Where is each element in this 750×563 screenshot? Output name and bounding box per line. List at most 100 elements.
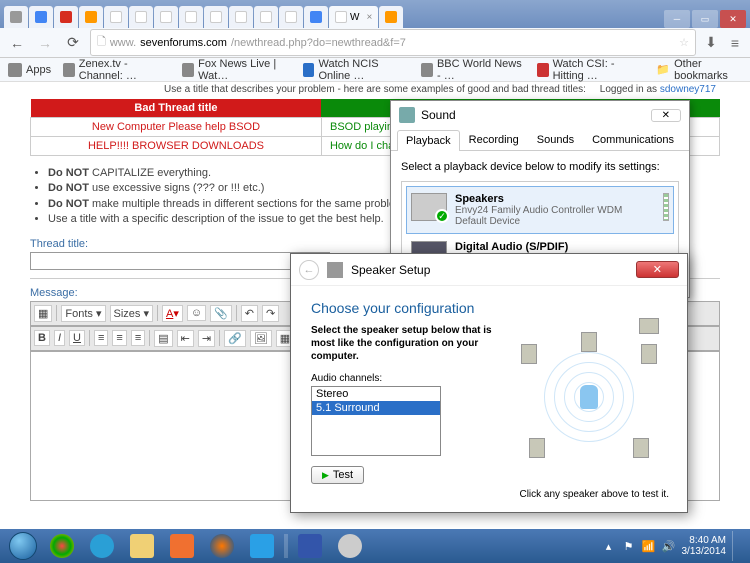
back-button[interactable]: ←	[6, 32, 28, 54]
window-maximize-button[interactable]: ▭	[692, 10, 718, 28]
taskbar-skype[interactable]	[242, 531, 282, 561]
link-icon[interactable]: 🔗	[224, 330, 246, 347]
channel-option-51[interactable]: 5.1 Surround	[312, 401, 440, 415]
show-desktop-button[interactable]	[732, 531, 740, 561]
window-minimize-button[interactable]: ─	[664, 10, 690, 28]
other-bookmarks[interactable]: 📁Other bookmarks	[656, 58, 742, 82]
smiley-icon[interactable]: ☺	[187, 305, 206, 321]
browser-tab[interactable]	[379, 6, 403, 28]
bookmark-icon	[303, 63, 315, 77]
outdent-indent-icon[interactable]: ⇤	[177, 330, 194, 347]
tray-network-icon[interactable]: 📶	[642, 539, 656, 553]
sound-prompt: Select a playback device below to modify…	[401, 161, 679, 173]
window-close-button[interactable]: ✕	[720, 10, 746, 28]
align-right-icon[interactable]: ≡	[131, 330, 145, 346]
user-link[interactable]: sdowney717	[660, 84, 716, 95]
browser-tab[interactable]	[304, 6, 328, 28]
browser-tab[interactable]	[179, 6, 203, 28]
thread-title-input[interactable]	[30, 252, 330, 270]
indent-icon[interactable]: ⇥	[198, 330, 215, 347]
browser-tab[interactable]	[229, 6, 253, 28]
tray-flag-icon[interactable]: ⚑	[622, 539, 636, 553]
taskbar-app[interactable]	[290, 531, 330, 561]
taskbar-chrome[interactable]	[42, 531, 82, 561]
browser-tab[interactable]	[254, 6, 278, 28]
browser-tab[interactable]	[104, 6, 128, 28]
browser-tab[interactable]	[4, 6, 28, 28]
speaker-device-icon: ✓	[411, 193, 447, 221]
redo-icon[interactable]: ↷	[262, 305, 279, 322]
browser-tab[interactable]	[154, 6, 178, 28]
browser-tab-active[interactable]: W×	[329, 6, 378, 28]
speaker-close-button[interactable]: ✕	[636, 261, 679, 278]
speaker-titlebar[interactable]: ← Speaker Setup ✕	[291, 254, 687, 286]
reload-button[interactable]: ⟳	[62, 32, 84, 54]
bookmark-item[interactable]: Watch CSI: - Hitting …	[537, 58, 645, 82]
tab-recording[interactable]: Recording	[460, 129, 528, 150]
taskbar-sound-app[interactable]	[330, 531, 370, 561]
attach-icon[interactable]: 📎	[210, 305, 232, 322]
sound-close-button[interactable]: ✕	[651, 109, 681, 122]
browser-tab[interactable]	[129, 6, 153, 28]
browser-tab[interactable]	[54, 6, 78, 28]
url-bar[interactable]: 🗋 www.sevenforums.com/newthread.php?do=n…	[90, 29, 696, 56]
undo-icon[interactable]: ↶	[241, 305, 258, 322]
align-center-icon[interactable]: ≡	[112, 330, 126, 346]
channel-option-stereo[interactable]: Stereo	[312, 387, 440, 401]
menu-icon[interactable]: ≡	[726, 34, 744, 52]
font-selector[interactable]: Fonts ▾	[61, 305, 105, 322]
taskbar-ie[interactable]	[82, 531, 122, 561]
size-selector[interactable]: Sizes ▾	[110, 305, 153, 322]
underline-icon[interactable]: U	[69, 330, 85, 346]
tray-up-icon[interactable]: ▴	[602, 539, 616, 553]
bookmark-item[interactable]: Watch NCIS Online …	[303, 58, 409, 82]
speaker-center[interactable]	[581, 332, 597, 352]
bookmark-item[interactable]: Fox News Live | Wat…	[182, 58, 290, 82]
speaker-subtext: Select the speaker setup below that is m…	[311, 324, 511, 363]
browser-tab[interactable]	[204, 6, 228, 28]
taskbar-mediaplayer[interactable]	[162, 531, 202, 561]
editor-mode-icon[interactable]: ▦	[34, 305, 52, 322]
start-button[interactable]	[4, 531, 42, 561]
browser-tab[interactable]	[279, 6, 303, 28]
image-icon[interactable]: 🖼	[250, 330, 272, 347]
check-icon: ✓	[435, 209, 449, 223]
tab-playback[interactable]: Playback	[397, 130, 460, 151]
forward-button[interactable]: →	[34, 32, 56, 54]
speaker-rear-right[interactable]	[633, 438, 649, 458]
speaker-subwoofer[interactable]	[639, 318, 659, 334]
browser-tab[interactable]	[79, 6, 103, 28]
italic-icon[interactable]: I	[54, 330, 65, 346]
align-left-icon[interactable]: ≡	[94, 330, 108, 346]
list-icon[interactable]: ▤	[154, 330, 172, 347]
speaker-rear-left[interactable]	[529, 438, 545, 458]
download-icon[interactable]: ⬇	[702, 34, 720, 52]
device-speakers[interactable]: ✓ Speakers Envy24 Family Audio Controlle…	[406, 186, 674, 234]
text-color-icon[interactable]: A▾	[162, 305, 183, 322]
audio-channels-list[interactable]: Stereo 5.1 Surround	[311, 386, 441, 456]
tab-close-icon[interactable]: ×	[366, 12, 372, 23]
tab-sounds[interactable]: Sounds	[528, 129, 583, 150]
device-name: Speakers	[455, 193, 504, 205]
apps-button[interactable]: Apps	[8, 63, 51, 77]
browser-tab[interactable]	[29, 6, 53, 28]
back-icon[interactable]: ←	[299, 260, 319, 280]
test-button[interactable]: Test	[311, 466, 364, 484]
bad-example: HELP!!!! BROWSER DOWNLOADS	[31, 137, 322, 156]
clock[interactable]: 8:40 AM 3/13/2014	[682, 535, 727, 557]
tray-volume-icon[interactable]: 🔊	[662, 539, 676, 553]
tab-communications[interactable]: Communications	[583, 129, 683, 150]
taskbar-explorer[interactable]	[122, 531, 162, 561]
speaker-front-right[interactable]	[641, 344, 657, 364]
bookmark-icon	[63, 63, 75, 77]
url-path: /newthread.php?do=newthread&f=7	[231, 37, 406, 49]
page-icon: 🗋	[97, 33, 106, 52]
speaker-front-left[interactable]	[521, 344, 537, 364]
bookmark-item[interactable]: BBC World News - …	[421, 58, 525, 82]
taskbar-firefox[interactable]	[202, 531, 242, 561]
bookmark-star-icon[interactable]: ☆	[679, 36, 689, 49]
sound-icon	[399, 107, 415, 123]
sound-titlebar[interactable]: Sound ✕	[391, 101, 689, 129]
bold-icon[interactable]: B	[34, 330, 50, 346]
bookmark-item[interactable]: Zenex.tv - Channel: …	[63, 58, 170, 82]
